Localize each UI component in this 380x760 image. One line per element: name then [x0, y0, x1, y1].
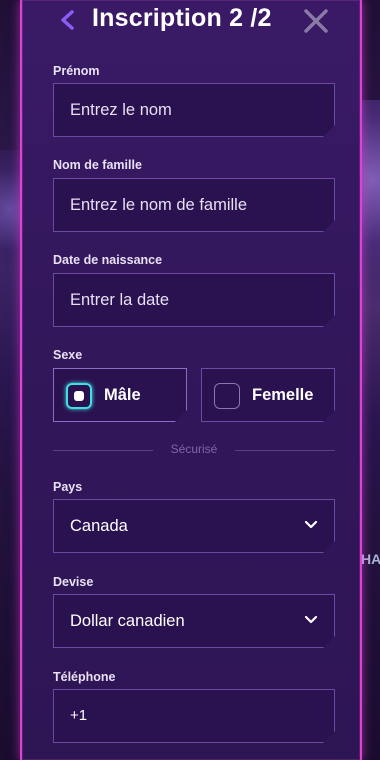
first-name-label: Prénom: [53, 64, 100, 78]
country-select[interactable]: Canada: [53, 499, 335, 553]
divider-text: Sécurisé: [170, 442, 218, 456]
phone-field[interactable]: +1: [53, 689, 335, 743]
chevron-down-icon: [304, 520, 318, 530]
gender-option-male-label: Mâle: [104, 386, 141, 404]
close-icon[interactable]: [302, 7, 330, 35]
divider-line-right: [235, 450, 335, 451]
back-arrow-icon[interactable]: [58, 8, 78, 32]
gender-option-female-label: Femelle: [252, 386, 314, 404]
phone-prefix[interactable]: +1: [70, 690, 310, 742]
phone-label: Téléphone: [53, 670, 116, 684]
currency-select[interactable]: Dollar canadien: [53, 594, 335, 648]
birth-date-input[interactable]: [70, 274, 310, 326]
first-name-input[interactable]: [70, 84, 310, 136]
first-name-field[interactable]: [53, 83, 335, 137]
background-left: [0, 0, 22, 760]
gender-option-male[interactable]: Mâle: [53, 368, 187, 422]
last-name-input[interactable]: [70, 179, 310, 231]
background-art-left: [0, 150, 22, 310]
currency-value: Dollar canadien: [70, 612, 185, 630]
country-value: Canada: [70, 517, 128, 535]
registration-modal: Inscription 2 /2 Prénom Nom de famille D…: [20, 0, 362, 760]
chevron-down-icon: [304, 615, 318, 625]
last-name-label: Nom de famille: [53, 158, 142, 172]
secure-divider: Sécurisé: [53, 442, 335, 456]
radio-checked-icon[interactable]: [66, 383, 92, 409]
last-name-field[interactable]: [53, 178, 335, 232]
page-title: Inscription 2 /2: [92, 4, 272, 32]
radio-unchecked-icon[interactable]: [214, 383, 240, 409]
birth-date-field[interactable]: [53, 273, 335, 327]
currency-label: Devise: [53, 575, 94, 589]
birth-date-label: Date de naissance: [53, 253, 163, 267]
divider-line-left: [53, 450, 153, 451]
gender-option-female[interactable]: Femelle: [201, 368, 335, 422]
gender-label: Sexe: [53, 348, 83, 362]
modal-header: Inscription 2 /2: [22, 0, 360, 44]
country-label: Pays: [53, 480, 83, 494]
